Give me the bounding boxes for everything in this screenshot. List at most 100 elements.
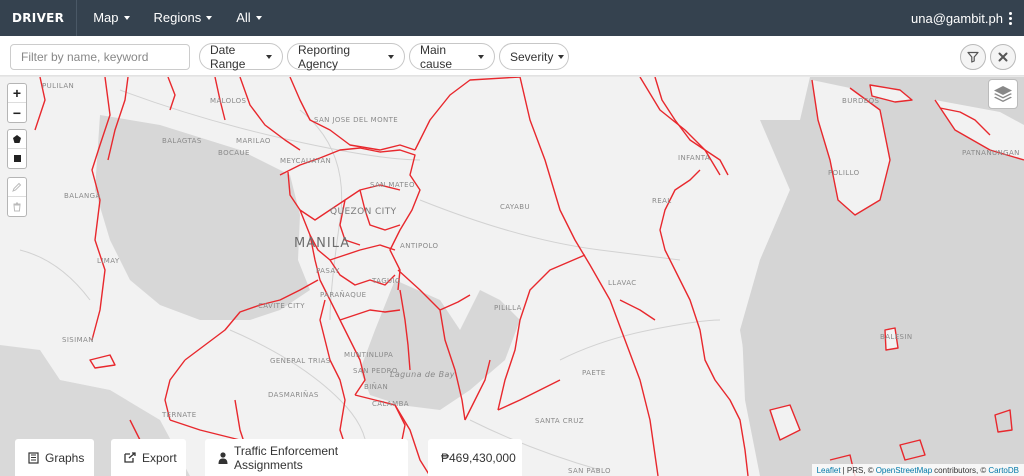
chevron-down-icon [558,54,565,59]
map-label-infanta: INFANTA [678,154,711,162]
map-label-real: REAL [652,197,672,205]
map-label-quezon-city: QUEZON CITY [330,207,397,217]
user-email: una@gambit.ph [911,10,1003,26]
export-tab[interactable]: Export [111,439,186,476]
graph-icon [28,451,39,464]
map-label-san-mateo: SAN MATEO [370,181,415,189]
map-label-cavite-city: CAVITE CITY [258,302,305,310]
map-label-general-trias: GENERAL TRIAS [270,357,331,365]
severity-filter[interactable]: Severity [499,43,569,70]
top-navbar: DRIVER Map Regions All una@gambit.ph [0,0,1024,36]
chevron-down-icon [478,54,484,59]
map-label-antipolo: ANTIPOLO [400,242,439,250]
edit-layers-button[interactable] [8,178,26,197]
cartodb-link[interactable]: CartoDB [988,466,1019,475]
zoom-out-button[interactable]: − [8,103,26,122]
map-label-manila: MANILA [294,236,351,251]
clear-filters-button[interactable] [990,44,1016,70]
kebab-menu-icon [1009,11,1012,25]
trash-icon [13,202,21,211]
search-input[interactable] [10,44,190,70]
attribution-sep2: contributors, © [934,465,987,475]
map-label-muntinlupa: MUNTINLUPA [344,351,394,359]
filter-bar: Date Range Reporting Agency Main cause S… [0,36,1024,76]
chevron-down-icon [206,16,213,20]
cost-total: ₱469,430,000 [441,450,516,465]
map-label-calamba: CALAMBA [372,400,409,408]
map-label-ternate: TERNATE [162,411,197,419]
traffic-enforcement-tab-label: Traffic Enforcement Assignments [234,443,339,472]
map-label-pulilan: PULILAN [42,82,75,90]
delete-layers-button[interactable] [8,197,26,216]
map-label-marilao: MARILAO [236,137,271,145]
map-label-dasmarinas: DASMARIÑAS [268,391,319,399]
edit-icon [12,182,22,192]
map-canvas[interactable]: MANILA QUEZON CITY MEYCAUAYAN SAN MATEO … [0,77,1024,476]
zoom-in-button[interactable]: + [8,84,26,103]
map-label-binan: BIÑAN [364,383,389,391]
brand-logo[interactable]: DRIVER [0,0,78,36]
nav-menu-all-label: All [236,10,251,25]
graphs-tab[interactable]: Graphs [15,439,94,476]
user-icon [218,451,228,464]
funnel-icon [967,51,979,63]
layers-control-button[interactable] [988,79,1018,109]
cost-summary-tab[interactable]: ₱469,430,000 [428,439,522,476]
nav-menu-map-label: Map [93,10,119,25]
main-cause-label: Main cause [420,42,453,71]
map-label-santa-cruz: SANTA CRUZ [535,417,584,425]
map-label-taguig: TAGUIG [372,277,401,285]
map-label-pasay: PASAY [316,267,340,275]
date-range-filter[interactable]: Date Range [199,42,283,71]
map-label-llavac: LLAVAC [608,279,637,287]
chevron-down-icon [388,54,394,59]
export-tab-label: Export [142,450,177,465]
draw-polygon-button[interactable] [8,130,26,149]
close-icon [998,52,1008,62]
draw-rectangle-button[interactable] [8,149,26,168]
polygon-icon [13,135,21,143]
map-label-paete: PAETE [582,369,606,377]
map-label-laguna-de-bay: Laguna de Bay [390,370,455,379]
main-cause-filter[interactable]: Main cause [409,42,495,71]
draw-control [7,129,27,169]
attribution-sep1: | PRS, © [842,465,874,475]
export-icon [124,452,136,463]
severity-label: Severity [510,49,554,64]
map-label-polillo: POLILLO [828,169,860,177]
user-menu[interactable]: una@gambit.ph [911,0,1012,36]
map-label-cayabu: CAYABU [500,203,530,211]
map-label-sisiman: SISIMAN [62,336,94,344]
rectangle-icon [13,155,21,162]
map-label-meycauayan: MEYCAUAYAN [280,157,332,165]
map-base-layer [0,77,1024,476]
zoom-control: + − [7,83,27,123]
reporting-agency-filter[interactable]: Reporting Agency [287,42,405,71]
map-attribution: Leaflet | PRS, © OpenStreetMap contribut… [811,464,1024,476]
chevron-down-icon [123,16,130,20]
map-label-patnanungan: PATNANUNGAN [962,149,1020,157]
map-label-san-jose-del-monte: SAN JOSE DEL MONTE [314,116,399,124]
nav-menu-all[interactable]: All [228,0,269,36]
map-label-malolos: MALOLOS [210,97,247,105]
map-label-paranaque: PARAÑAQUE [320,291,367,299]
map-label-balesin: BALESIN [880,333,913,341]
chevron-down-icon [266,54,272,59]
map-label-balanga: BALANGA [64,192,101,200]
reporting-agency-label: Reporting Agency [298,42,351,71]
map-label-balagtas: BALAGTAS [162,137,202,145]
layers-icon [994,86,1012,102]
osm-link[interactable]: OpenStreetMap [876,466,932,475]
map-label-bocaue: BOCAUE [218,149,250,157]
map-label-pililla: PILILLA [494,304,522,312]
traffic-enforcement-tab[interactable]: Traffic Enforcement Assignments [205,439,408,476]
date-range-label: Date Range [210,42,246,71]
edit-control [7,177,27,217]
leaflet-link[interactable]: Leaflet [817,466,841,475]
map-label-burdeos: BURDEOS [842,97,880,105]
nav-menu-map[interactable]: Map [85,0,137,36]
nav-menu-regions-label: Regions [153,10,202,25]
filter-button[interactable] [960,44,986,70]
nav-menu-regions[interactable]: Regions [146,0,221,36]
map-label-limay: LIMAY [97,257,120,265]
